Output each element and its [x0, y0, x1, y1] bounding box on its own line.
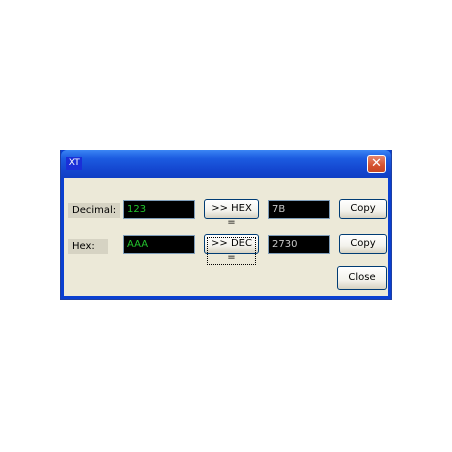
copy-hex-button[interactable]: Copy	[339, 199, 387, 219]
hex-result-field[interactable]: 7B	[268, 200, 330, 219]
hex-label: Hex:	[68, 239, 108, 254]
hex-input[interactable]: AAA	[123, 235, 195, 254]
decimal-input[interactable]: 123	[123, 200, 195, 219]
dialog-body: Decimal: 123 >> HEX = 7B Copy Hex: AAA >…	[64, 178, 388, 296]
close-button[interactable]: Close	[337, 266, 387, 290]
converter-window: XT ✕ Decimal: 123 >> HEX = 7B Copy Hex: …	[60, 150, 392, 300]
dec-result-field[interactable]: 2730	[268, 235, 330, 254]
convert-to-hex-label: >> HEX =	[211, 203, 252, 228]
convert-to-hex-button[interactable]: >> HEX =	[204, 199, 259, 228]
copy-hex-label: Copy	[350, 203, 376, 214]
window-close-icon[interactable]: ✕	[367, 155, 386, 173]
convert-to-dec-button[interactable]: >> DEC =	[204, 234, 259, 265]
copy-dec-label: Copy	[350, 238, 376, 249]
title-bar[interactable]: XT ✕	[61, 150, 391, 178]
app-icon: XT	[66, 157, 82, 170]
decimal-label: Decimal:	[68, 203, 120, 218]
copy-dec-button[interactable]: Copy	[339, 234, 387, 254]
convert-to-dec-label: >> DEC =	[207, 237, 256, 265]
close-button-label: Close	[348, 272, 376, 283]
